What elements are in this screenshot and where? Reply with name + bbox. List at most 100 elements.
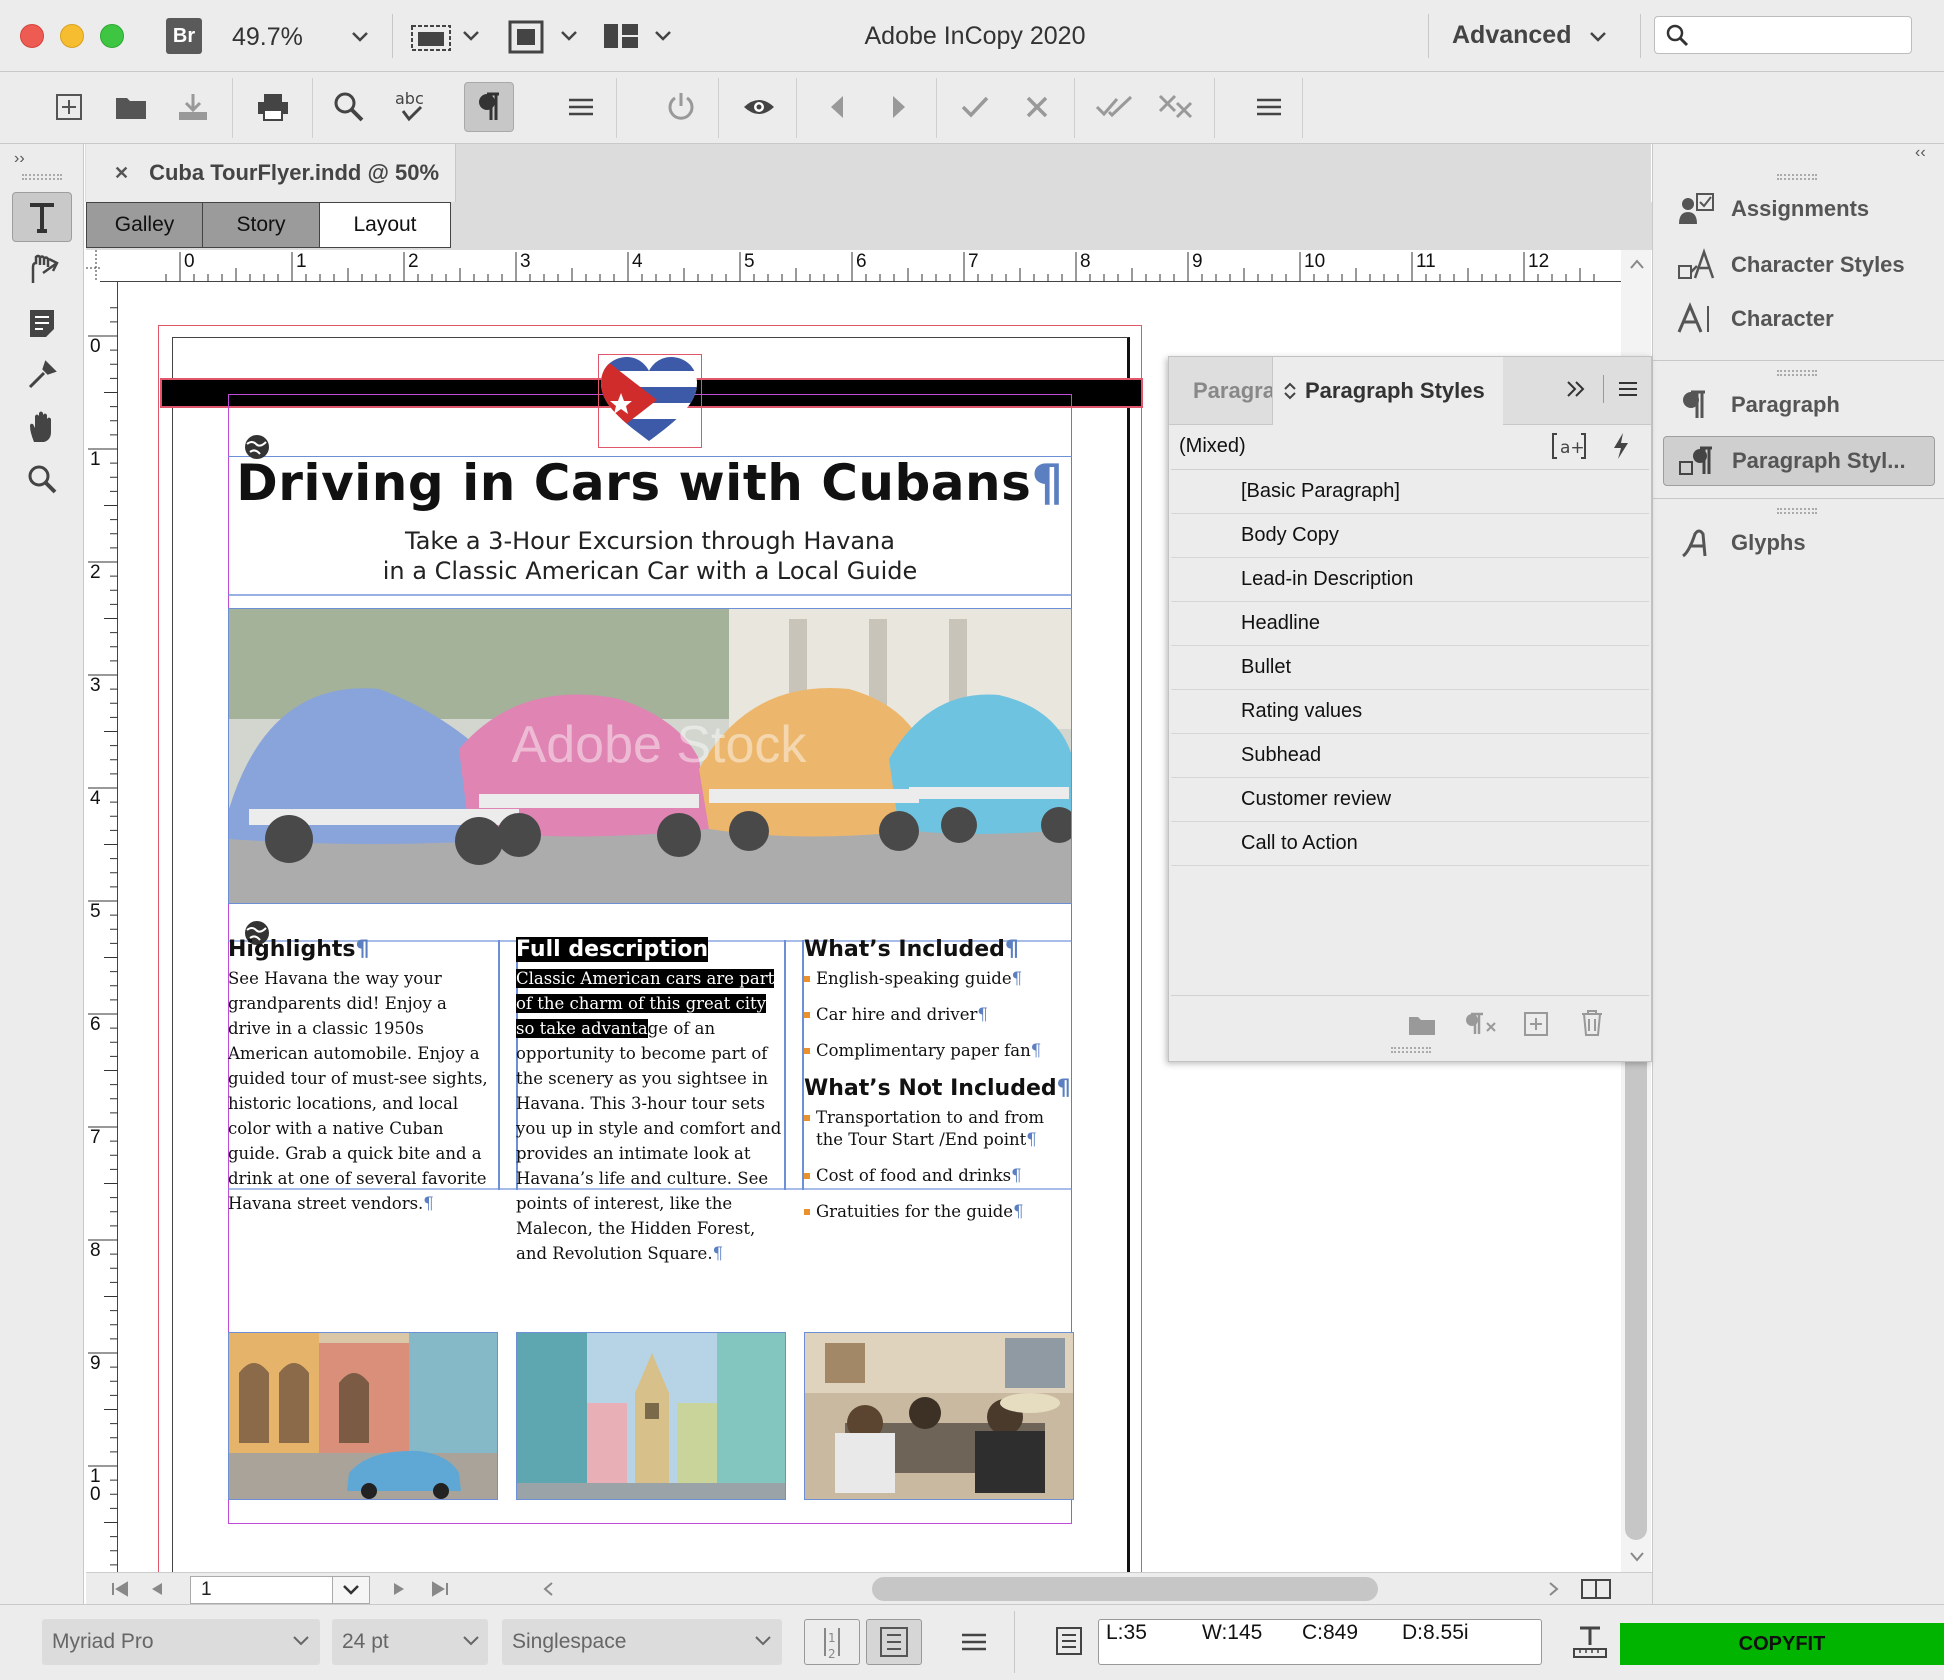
- first-page-icon[interactable]: [110, 1581, 130, 1597]
- page-dropdown-icon[interactable]: [332, 1576, 370, 1604]
- scroll-right-icon[interactable]: [1548, 1581, 1560, 1597]
- size-dropdown-icon[interactable]: [462, 1633, 480, 1649]
- next-page-icon[interactable]: [392, 1581, 406, 1597]
- flyer-subhead[interactable]: Take a 3-Hour Excursion through Havana i…: [228, 526, 1072, 586]
- scroll-up-icon[interactable]: [1629, 258, 1645, 270]
- new-style-group-icon[interactable]: [1407, 1013, 1437, 1037]
- tab-story[interactable]: Story: [202, 202, 320, 248]
- new-style-icon[interactable]: [1523, 1011, 1549, 1037]
- full-description-story[interactable]: Full description Classic American cars a…: [516, 937, 786, 1266]
- paragraph-style-item[interactable]: Bullet: [1171, 646, 1649, 690]
- type-tool-icon[interactable]: [12, 192, 72, 242]
- tab-layout[interactable]: Layout: [319, 202, 451, 248]
- scroll-left-icon[interactable]: [542, 1581, 554, 1597]
- control-menu-icon[interactable]: [556, 82, 606, 132]
- previous-page-icon[interactable]: [150, 1581, 164, 1597]
- position-tool-icon[interactable]: [12, 244, 72, 294]
- previous-change-icon[interactable]: [812, 82, 862, 132]
- clear-overrides-icon[interactable]: [1463, 1011, 1499, 1037]
- spacing-dropdown-icon[interactable]: [754, 1633, 772, 1649]
- track-changes-power-icon[interactable]: [656, 82, 706, 132]
- save-download-icon[interactable]: [168, 82, 218, 132]
- paragraph-style-item[interactable]: Headline: [1171, 602, 1649, 646]
- dock-character-styles[interactable]: Character Styles: [1663, 240, 1935, 290]
- story-view-icon[interactable]: [866, 1619, 922, 1665]
- domino-players-photo[interactable]: [804, 1332, 1074, 1500]
- highlights-story[interactable]: Highlights¶ See Havana the way your gran…: [228, 937, 494, 1216]
- eyedropper-tool-icon[interactable]: [12, 350, 72, 400]
- new-document-icon[interactable]: [44, 82, 94, 132]
- copyfit-progress[interactable]: COPYFIT: [1620, 1623, 1944, 1665]
- tab-galley[interactable]: Galley: [86, 202, 203, 248]
- paragraph-style-item[interactable]: Subhead: [1171, 734, 1649, 778]
- zoom-dropdown-icon[interactable]: [350, 26, 370, 46]
- status-menu-icon[interactable]: [960, 1631, 988, 1653]
- quick-apply-lightning-icon[interactable]: [1611, 431, 1631, 461]
- panel-grip[interactable]: [22, 174, 62, 180]
- zoom-window-button[interactable]: [100, 24, 124, 48]
- hand-tool-icon[interactable]: [12, 402, 72, 452]
- print-icon[interactable]: [248, 82, 298, 132]
- close-window-button[interactable]: [20, 24, 44, 48]
- hero-cars-image[interactable]: Adobe Stock: [228, 608, 1072, 904]
- document-tab[interactable]: ✕ Cuba TourFlyer.indd @ 50%: [86, 144, 456, 202]
- split-window-icon[interactable]: [1580, 1577, 1612, 1601]
- panel-menu-icon[interactable]: [1617, 379, 1639, 399]
- workspace-chevron-icon[interactable]: [1588, 26, 1608, 46]
- paragraph-style-item[interactable]: Lead-in Description: [1171, 558, 1649, 602]
- font-family-select[interactable]: Myriad Pro: [42, 1619, 320, 1665]
- minimize-window-button[interactable]: [60, 24, 84, 48]
- accept-change-icon[interactable]: [950, 82, 1000, 132]
- font-dropdown-icon[interactable]: [292, 1633, 310, 1649]
- zoom-level[interactable]: 49.7%: [232, 23, 303, 52]
- collapse-dock-icon[interactable]: ‹‹: [1915, 144, 1926, 162]
- create-style-from-selection-icon[interactable]: a+: [1549, 431, 1589, 461]
- screen-mode-icon[interactable]: [410, 20, 482, 54]
- tab-paragraph-styles[interactable]: Paragraph Styles: [1273, 357, 1503, 425]
- zoom-tool-icon[interactable]: [12, 454, 72, 504]
- accept-all-changes-icon[interactable]: [1090, 82, 1140, 132]
- cuba-heart-flag-image[interactable]: [598, 354, 702, 448]
- reject-change-icon[interactable]: [1012, 82, 1062, 132]
- tab-paragraph[interactable]: Paragra: [1169, 357, 1273, 425]
- track-changes-menu-icon[interactable]: [1244, 82, 1294, 132]
- panel-grip[interactable]: [1777, 370, 1817, 376]
- paragraph-style-item[interactable]: Body Copy: [1171, 514, 1649, 558]
- included-story[interactable]: What’s Included¶ English-speaking guide¶…: [804, 937, 1076, 1237]
- dock-paragraph-styles[interactable]: Paragraph Styl...: [1663, 436, 1935, 486]
- fit-page-icon[interactable]: [508, 20, 580, 54]
- paragraph-style-item[interactable]: Customer review: [1171, 778, 1649, 822]
- dock-paragraph[interactable]: Paragraph: [1663, 380, 1935, 430]
- copyfit-info-icon[interactable]: [1054, 1625, 1084, 1657]
- collapse-tools-icon[interactable]: ››: [14, 150, 25, 168]
- paragraph-style-item[interactable]: [Basic Paragraph]: [1171, 470, 1649, 514]
- havana-street-photo[interactable]: [228, 1332, 498, 1500]
- reject-all-changes-icon[interactable]: [1152, 82, 1202, 132]
- panel-grip[interactable]: [1777, 174, 1817, 180]
- last-page-icon[interactable]: [430, 1581, 450, 1597]
- type-measure-icon[interactable]: [1572, 1625, 1608, 1659]
- workspace-switcher[interactable]: Advanced: [1452, 21, 1571, 50]
- close-tab-icon[interactable]: ✕: [114, 163, 129, 184]
- flyer-headline[interactable]: Driving in Cars with Cubans¶: [228, 454, 1072, 512]
- paragraph-style-item[interactable]: Rating values: [1171, 690, 1649, 734]
- show-changes-eye-icon[interactable]: [734, 82, 784, 132]
- horizontal-scroll-thumb[interactable]: [872, 1577, 1378, 1601]
- arrange-documents-icon[interactable]: [602, 20, 674, 54]
- panel-resize-grip[interactable]: [1391, 1047, 1431, 1053]
- note-tool-icon[interactable]: [12, 298, 72, 348]
- show-hidden-characters-icon[interactable]: [464, 82, 514, 132]
- dock-glyphs[interactable]: Glyphs: [1663, 518, 1935, 568]
- scroll-down-icon[interactable]: [1629, 1550, 1645, 1562]
- find-icon[interactable]: [324, 82, 374, 132]
- paragraph-style-item[interactable]: Call to Action: [1171, 822, 1649, 866]
- panel-grip[interactable]: [1777, 508, 1817, 514]
- open-folder-icon[interactable]: [106, 82, 156, 132]
- bridge-button[interactable]: Br: [166, 18, 202, 54]
- delete-style-icon[interactable]: [1579, 1009, 1605, 1037]
- next-change-icon[interactable]: [874, 82, 924, 132]
- dock-character[interactable]: Character: [1663, 294, 1935, 344]
- search-field[interactable]: [1654, 16, 1912, 54]
- line-numbers-icon[interactable]: 12: [804, 1619, 860, 1665]
- havana-tower-photo[interactable]: [516, 1332, 786, 1500]
